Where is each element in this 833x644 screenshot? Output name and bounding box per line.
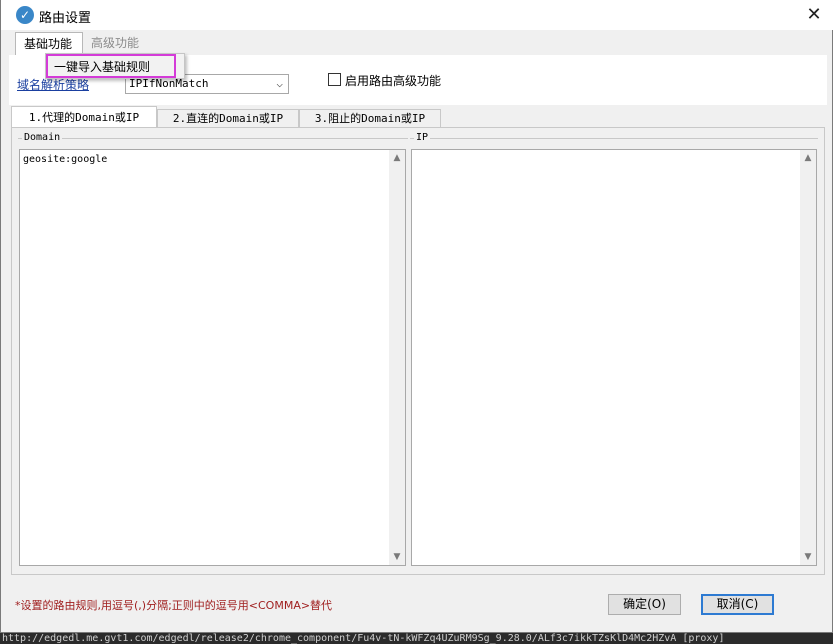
chevron-down-icon: ⌵ [276,77,283,90]
domain-value: geosite:google [23,154,108,165]
tab-basic-features[interactable]: 基础功能 [15,32,83,55]
window-title: 路由设置 [39,11,92,26]
close-button[interactable]: ✕ [795,0,833,30]
tab-direct-domain-ip[interactable]: 2.直连的Domain或IP [157,109,299,128]
scroll-up-icon[interactable]: ▲ [389,150,405,166]
scroll-down-icon[interactable]: ▼ [389,549,405,565]
title-bar[interactable]: ✓ 路由设置 ✕ [1,0,833,30]
ip-group-frame [410,138,818,139]
background-status-line: http://edgedl.me.gvt1.com/edgedl/release… [0,633,833,644]
basic-features-menu: 一键导入基础规则 [45,53,185,79]
domain-group-label: Domain [22,132,63,143]
tab-proxy-domain-ip[interactable]: 1.代理的Domain或IP [11,106,157,128]
routing-settings-dialog: ✓ 路由设置 ✕ 基础功能 高级功能 域名解析策略 IPIfNonMatch ⌵… [0,0,833,633]
scroll-up-icon[interactable]: ▲ [800,150,816,166]
enable-advanced-routing-label[interactable]: 启用路由高级功能 [345,72,441,89]
menu-item-import-basic-rules[interactable]: 一键导入基础规则 [46,54,176,78]
routing-hint-text: *设置的路由规则,用逗号(,)分隔;正则中的逗号用<COMMA>替代 [15,599,333,612]
tab-advanced-features[interactable]: 高级功能 [83,32,153,55]
enable-advanced-routing-checkbox[interactable] [328,73,341,86]
cancel-button[interactable]: 取消(C) [701,594,774,615]
tab-block-domain-ip[interactable]: 3.阻止的Domain或IP [299,109,441,128]
ip-textarea[interactable]: ▲ ▼ [411,149,817,566]
domain-textarea[interactable]: geosite:google ▲ ▼ [19,149,406,566]
v-logo-icon: ✓ [16,6,34,24]
ok-button[interactable]: 确定(O) [608,594,681,615]
ip-group-label: IP [414,132,431,143]
scroll-down-icon[interactable]: ▼ [800,549,816,565]
domain-group-frame [18,138,408,139]
domain-scrollbar[interactable]: ▲ ▼ [389,150,405,565]
proxy-rules-panel: Domain geosite:google ▲ ▼ IP ▲ ▼ [11,127,825,575]
ip-scrollbar[interactable]: ▲ ▼ [800,150,816,565]
